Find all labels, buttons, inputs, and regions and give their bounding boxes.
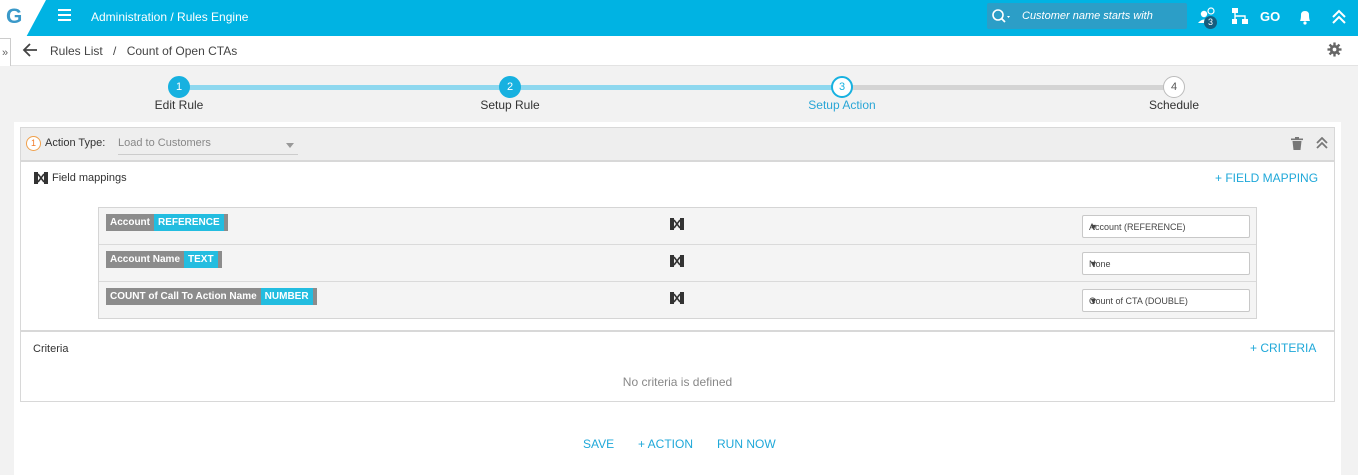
save-button[interactable]: SAVE bbox=[583, 437, 614, 451]
field-mapping-table: Account REFERENCE Account (REFERENCE) ▼ … bbox=[98, 207, 1257, 319]
source-field-type: TEXT bbox=[184, 251, 218, 268]
step-2-label[interactable]: Setup Rule bbox=[450, 98, 570, 112]
criteria-header: Criteria + CRITERIA bbox=[20, 331, 1335, 365]
menu-icon[interactable] bbox=[58, 9, 71, 21]
field-mappings-title: Field mappings bbox=[52, 172, 127, 184]
chevron-down-icon: ▼ bbox=[1089, 259, 1098, 269]
action-card: 1 Action Type: Load to Customers Field m… bbox=[14, 122, 1341, 475]
source-field-tag: COUNT of Call To Action Name NUMBER bbox=[106, 288, 317, 305]
mapping-icon bbox=[670, 292, 684, 304]
source-field-tag: Account REFERENCE bbox=[106, 214, 228, 231]
step-1-label[interactable]: Edit Rule bbox=[119, 98, 239, 112]
chevron-down-icon: ▼ bbox=[1089, 296, 1098, 306]
target-field-select[interactable]: None ▼ bbox=[1082, 252, 1250, 275]
notification-count-badge: 3 bbox=[1204, 16, 1217, 29]
target-field-select[interactable]: Count of CTA (DOUBLE) ▼ bbox=[1082, 289, 1250, 312]
breadcrumb-rules-list[interactable]: Rules List bbox=[50, 44, 103, 58]
gear-icon[interactable] bbox=[1327, 42, 1342, 57]
source-field-type: NUMBER bbox=[260, 288, 313, 305]
step-3-label[interactable]: Setup Action bbox=[782, 98, 902, 112]
step-4-label[interactable]: Schedule bbox=[1114, 98, 1234, 112]
top-breadcrumb: Administration / Rules Engine bbox=[91, 10, 249, 24]
source-field-name: Account bbox=[110, 217, 150, 228]
collapse-header-icon[interactable] bbox=[1328, 6, 1350, 28]
app-logo[interactable]: G bbox=[6, 5, 22, 29]
chevron-down-icon bbox=[286, 143, 294, 148]
top-navbar: G Administration / Rules Engine Customer… bbox=[0, 0, 1358, 36]
action-header: 1 Action Type: Load to Customers bbox=[20, 127, 1335, 161]
search-icon[interactable] bbox=[991, 8, 1013, 24]
mapping-icon bbox=[670, 255, 684, 267]
bell-icon[interactable] bbox=[1294, 6, 1316, 28]
breadcrumb-current: Count of Open CTAs bbox=[126, 44, 238, 58]
search-input[interactable]: Customer name starts with bbox=[1022, 10, 1153, 22]
field-mapping-row: Account Name TEXT None ▼ bbox=[99, 245, 1256, 282]
add-action-button[interactable]: + ACTION bbox=[638, 437, 693, 451]
field-mapping-row: COUNT of Call To Action Name NUMBER Coun… bbox=[99, 282, 1256, 319]
step-2-circle[interactable]: 2 bbox=[499, 76, 521, 98]
go-button[interactable]: GO bbox=[1260, 9, 1280, 31]
collapse-section-icon[interactable] bbox=[1315, 137, 1329, 149]
search-box[interactable]: Customer name starts with bbox=[987, 3, 1187, 29]
breadcrumb: Rules List / Count of Open CTAs bbox=[50, 44, 237, 58]
source-field-name: COUNT of Call To Action Name bbox=[110, 291, 257, 302]
step-4-circle[interactable]: 4 bbox=[1163, 76, 1185, 98]
chevron-down-icon: ▼ bbox=[1089, 222, 1098, 232]
mapping-icon bbox=[34, 172, 48, 184]
action-type-select[interactable]: Load to Customers bbox=[118, 133, 298, 155]
no-criteria-message: No criteria is defined bbox=[622, 375, 733, 389]
source-field-tag: Account Name TEXT bbox=[106, 251, 222, 268]
stepper-remaining-track bbox=[842, 85, 1174, 90]
source-field-type: REFERENCE bbox=[154, 214, 224, 231]
breadcrumb-separator: / bbox=[113, 44, 117, 58]
step-3-circle[interactable]: 3 bbox=[831, 76, 853, 98]
field-mappings-header: Field mappings + FIELD MAPPING bbox=[20, 161, 1335, 195]
action-type-label: Action Type: bbox=[45, 137, 106, 149]
expand-sidebar-toggle[interactable]: » bbox=[0, 38, 11, 68]
back-arrow-icon[interactable] bbox=[22, 43, 38, 57]
delete-icon[interactable] bbox=[1291, 137, 1303, 150]
field-mapping-row: Account REFERENCE Account (REFERENCE) ▼ bbox=[99, 208, 1256, 245]
criteria-body: No criteria is defined bbox=[20, 364, 1335, 402]
mapping-icon bbox=[670, 218, 684, 230]
action-type-value: Load to Customers bbox=[118, 137, 211, 149]
source-field-name: Account Name bbox=[110, 254, 181, 265]
logo-container: G bbox=[0, 0, 46, 36]
sub-header: Rules List / Count of Open CTAs bbox=[0, 36, 1358, 66]
action-number: 1 bbox=[26, 136, 41, 151]
criteria-title: Criteria bbox=[33, 343, 69, 355]
step-1-circle[interactable]: 1 bbox=[168, 76, 190, 98]
run-now-button[interactable]: RUN NOW bbox=[717, 437, 776, 451]
target-field-select[interactable]: Account (REFERENCE) ▼ bbox=[1082, 215, 1250, 238]
wizard-stepper: 1 Edit Rule 2 Setup Rule 3 Setup Action … bbox=[0, 66, 1358, 122]
org-chart-icon[interactable] bbox=[1229, 6, 1251, 28]
add-field-mapping-button[interactable]: + FIELD MAPPING bbox=[1215, 171, 1318, 185]
add-criteria-button[interactable]: + CRITERIA bbox=[1250, 341, 1316, 355]
